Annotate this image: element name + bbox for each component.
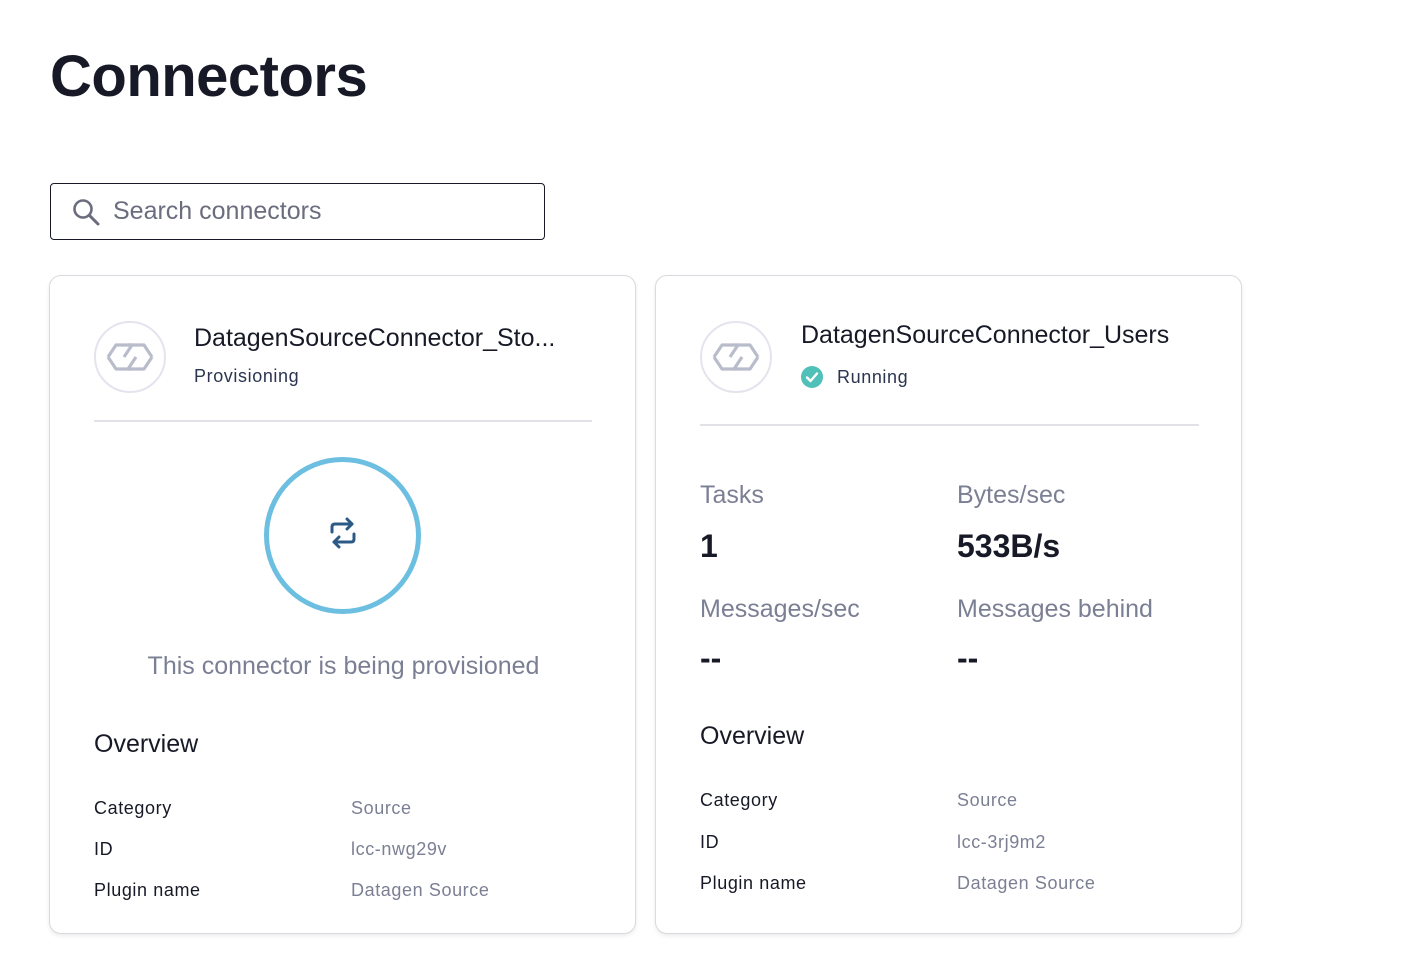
overview-key: Category [700,790,778,810]
status-label: Provisioning [194,366,300,386]
search-box[interactable] [50,183,545,240]
overview-value: Source [957,790,1018,810]
divider [94,420,592,422]
overview-row-category: Category Source [700,790,1200,814]
page-title: Connectors [50,44,368,109]
overview-key: Plugin name [94,880,201,900]
connector-name[interactable]: DatagenSourceConnector_Users [801,321,1201,350]
provisioning-indicator [264,457,421,614]
connector-name[interactable]: DatagenSourceConnector_Sto... [194,324,594,353]
connector-logo-icon [94,321,166,393]
overview-title: Overview [700,722,805,750]
messages-behind-label: Messages behind [957,595,1153,623]
overview-value: Source [351,798,412,818]
overview-row-category: Category Source [94,798,594,822]
messages-per-sec-label: Messages/sec [700,595,860,623]
overview-key: ID [700,832,720,852]
tasks-value: 1 [700,528,718,564]
status-badge: Provisioning [194,366,299,387]
provisioning-message: This connector is being provisioned [147,652,540,680]
status-label: Running [837,366,909,387]
bytes-per-sec-value: 533B/s [957,528,1061,564]
overview-value: Datagen Source [957,873,1096,893]
tasks-label: Tasks [700,481,764,509]
overview-value: lcc-3rj9m2 [957,832,1047,852]
connector-logo-icon [700,321,772,393]
messages-per-sec-value: -- [700,640,722,676]
overview-value: lcc-nwg29v [351,839,448,859]
overview-key: Plugin name [700,873,807,893]
overview-row-plugin: Plugin name Datagen Source [700,873,1200,897]
overview-key: Category [94,798,172,818]
overview-value: Datagen Source [351,880,490,900]
overview-row-id: ID lcc-nwg29v [94,839,594,863]
connector-card[interactable]: DatagenSourceConnector_Sto... Provisioni… [49,275,636,934]
sync-icon [328,517,358,554]
overview-title: Overview [94,730,199,758]
status-badge: Running [801,366,908,388]
messages-behind-value: -- [957,640,979,676]
check-circle-icon [801,366,823,388]
connector-card[interactable]: DatagenSourceConnector_Users Running Tas… [655,275,1242,934]
search-input[interactable] [113,197,513,226]
search-icon [71,197,101,227]
divider [700,424,1199,426]
overview-row-id: ID lcc-3rj9m2 [700,832,1200,856]
overview-row-plugin: Plugin name Datagen Source [94,880,594,904]
overview-key: ID [94,839,114,859]
bytes-per-sec-label: Bytes/sec [957,481,1066,509]
